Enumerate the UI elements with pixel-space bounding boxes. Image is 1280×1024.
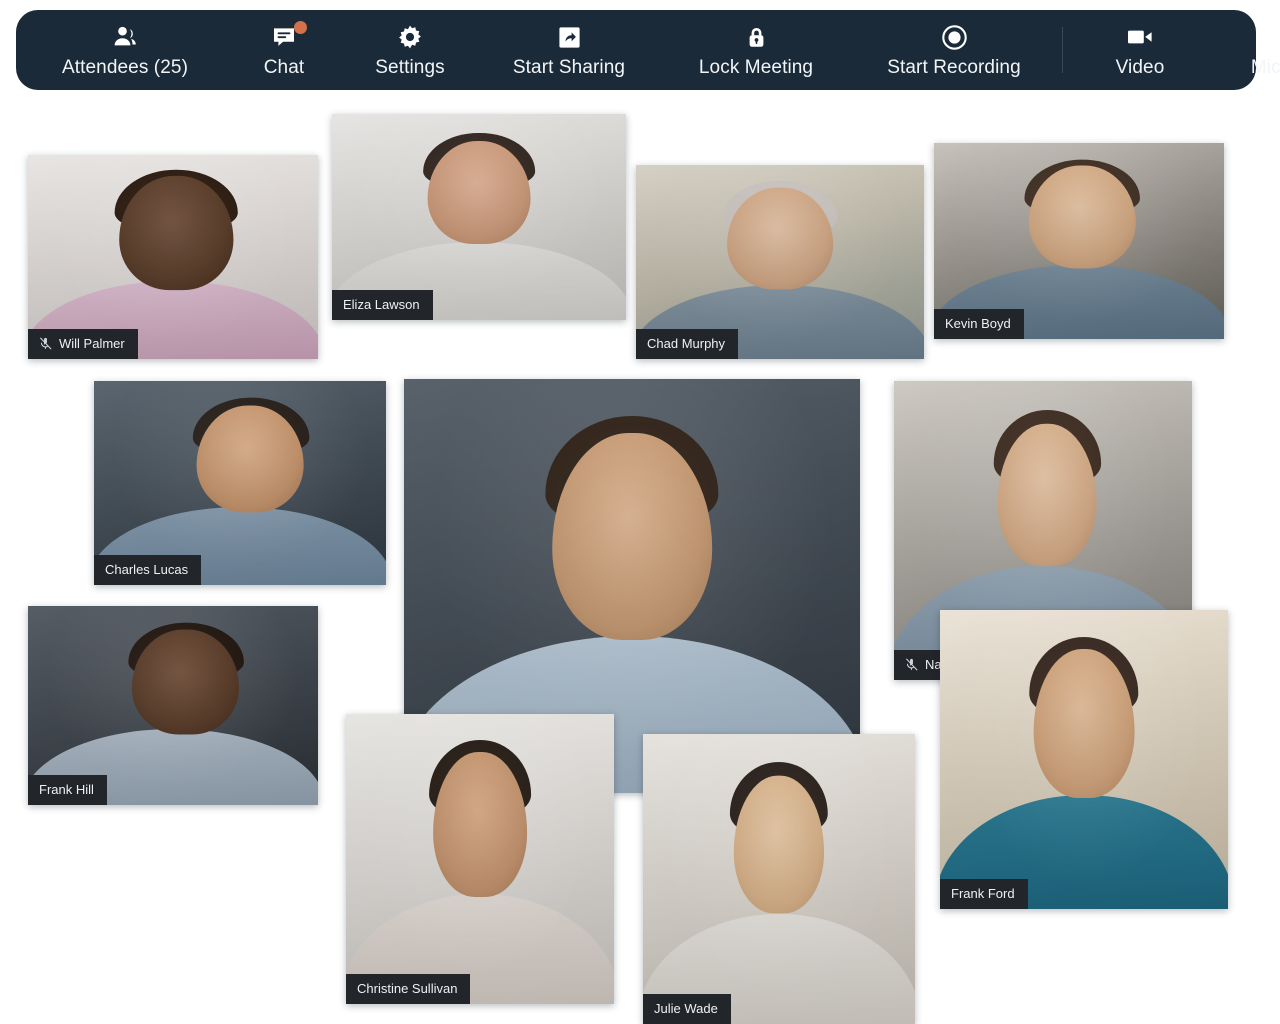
participant-name: Christine Sullivan bbox=[357, 981, 458, 996]
participant-nameplate: Will Palmer bbox=[28, 329, 138, 359]
toolbar-divider bbox=[1062, 27, 1063, 73]
toolbar-left-group: Attendees (25) Chat Settings Start Shari… bbox=[26, 10, 1058, 90]
participant-grid: Will Palmer Eliza Lawson Chad Murphy Kevin … bbox=[0, 96, 1280, 1024]
meeting-toolbar: Attendees (25) Chat Settings Start Shari… bbox=[16, 10, 1280, 90]
video-label: Video bbox=[1115, 57, 1165, 78]
attendees-icon bbox=[111, 23, 139, 51]
chat-icon bbox=[270, 21, 307, 51]
lock-meeting-label: Lock Meeting bbox=[698, 57, 814, 78]
gear-icon bbox=[396, 23, 424, 51]
participant-tile-frank-hill[interactable]: Frank Hill bbox=[28, 606, 318, 805]
record-icon bbox=[940, 23, 968, 51]
video-feed bbox=[643, 734, 915, 1024]
participant-nameplate: Chad Murphy bbox=[636, 329, 739, 359]
participant-nameplate: Frank Ford bbox=[940, 879, 1028, 909]
attendees-button[interactable]: Attendees (25) bbox=[26, 10, 224, 90]
participant-name: Charles Lucas bbox=[105, 562, 189, 577]
mic-muted-icon bbox=[39, 337, 52, 350]
microphone-label: Microphone bbox=[1250, 57, 1280, 78]
participant-tile-frank-ford[interactable]: Frank Ford bbox=[940, 610, 1228, 909]
microphone-button[interactable]: Microphone bbox=[1213, 10, 1280, 90]
participant-name: Chad Murphy bbox=[647, 336, 726, 351]
participant-nameplate: Christine Sullivan bbox=[346, 974, 471, 1004]
start-sharing-button[interactable]: Start Sharing bbox=[476, 10, 662, 90]
start-recording-label: Start Recording bbox=[887, 57, 1021, 78]
participant-name: Frank Hill bbox=[39, 782, 94, 797]
video-overlay bbox=[940, 610, 1228, 909]
participant-name: Julie Wade bbox=[654, 1001, 718, 1016]
lock-meeting-button[interactable]: Lock Meeting bbox=[662, 10, 850, 90]
video-overlay bbox=[643, 734, 915, 1024]
video-overlay bbox=[346, 714, 614, 1004]
participant-tile-eliza-lawson[interactable]: Eliza Lawson bbox=[332, 114, 626, 320]
participant-tile-chad-murphy[interactable]: Chad Murphy bbox=[636, 165, 924, 359]
participant-tile-kevin-boyd[interactable]: Kevin Boyd bbox=[934, 143, 1224, 339]
chat-button[interactable]: Chat bbox=[224, 10, 344, 90]
start-recording-button[interactable]: Start Recording bbox=[850, 10, 1058, 90]
participant-name: Will Palmer bbox=[59, 336, 125, 351]
settings-button[interactable]: Settings bbox=[344, 10, 476, 90]
attendees-label: Attendees (25) bbox=[61, 57, 189, 78]
video-feed bbox=[346, 714, 614, 1004]
camera-icon bbox=[1126, 23, 1154, 51]
chat-notification-badge bbox=[294, 21, 307, 34]
participant-nameplate: Frank Hill bbox=[28, 775, 107, 805]
video-feed bbox=[940, 610, 1228, 909]
participant-nameplate: Charles Lucas bbox=[94, 555, 202, 585]
mic-muted-icon bbox=[905, 658, 918, 671]
video-button[interactable]: Video bbox=[1067, 10, 1213, 90]
participant-nameplate: Kevin Boyd bbox=[934, 309, 1024, 339]
participant-tile-julie-wade[interactable]: Julie Wade bbox=[643, 734, 915, 1024]
lock-icon bbox=[742, 23, 770, 51]
participant-name: Kevin Boyd bbox=[945, 316, 1011, 331]
settings-label: Settings bbox=[375, 57, 445, 78]
screen-share-icon bbox=[555, 23, 583, 51]
chat-label: Chat bbox=[263, 57, 305, 78]
participant-tile-will-palmer[interactable]: Will Palmer bbox=[28, 155, 318, 359]
participant-nameplate: Eliza Lawson bbox=[332, 290, 433, 320]
participant-nameplate: Julie Wade bbox=[643, 994, 731, 1024]
toolbar-right-group: Video Microphone bbox=[1067, 10, 1280, 90]
participant-tile-charles-lucas[interactable]: Charles Lucas bbox=[94, 381, 386, 585]
participant-name: Eliza Lawson bbox=[343, 297, 420, 312]
participant-tile-christine-sullivan[interactable]: Christine Sullivan bbox=[346, 714, 614, 1004]
start-sharing-label: Start Sharing bbox=[512, 57, 626, 78]
participant-name: Frank Ford bbox=[951, 886, 1015, 901]
